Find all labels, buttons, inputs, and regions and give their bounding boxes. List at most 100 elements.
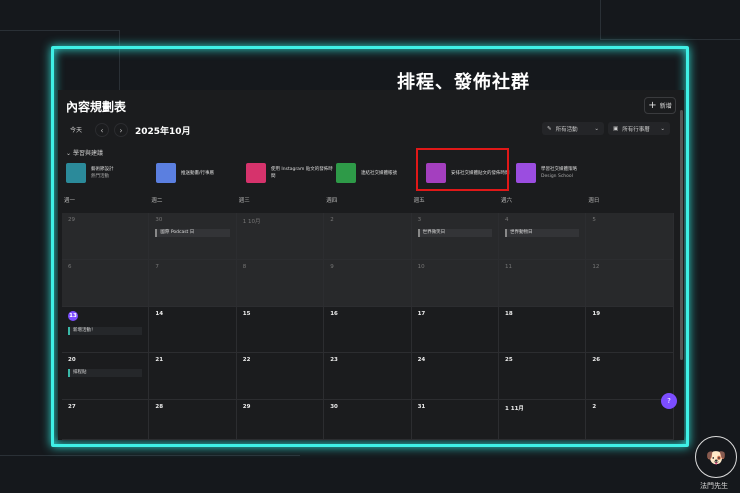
suggestion-card[interactable]: 使用 Instagram 貼文的發佈時間 bbox=[246, 163, 336, 183]
scrollbar[interactable] bbox=[680, 110, 683, 360]
suggestion-card[interactable]: 學習社交媒體策略 Design School bbox=[516, 163, 606, 183]
day-cell[interactable]: 15 bbox=[236, 307, 325, 353]
today-badge: 13 bbox=[68, 311, 78, 321]
weekday-header: 週五 bbox=[413, 198, 425, 204]
day-cell[interactable]: 2 bbox=[324, 213, 412, 260]
weekday-header: 週六 bbox=[501, 198, 513, 204]
suggestion-card[interactable]: 藝術節設計 熱門活動 bbox=[66, 163, 156, 183]
day-cell[interactable]: 30 bbox=[324, 400, 412, 440]
calendar-event[interactable]: 國際 Podcast 日 bbox=[155, 229, 230, 237]
chevron-down-icon: ⌄ bbox=[594, 125, 599, 132]
suggestion-thumbnail-icon bbox=[66, 163, 86, 183]
day-cell[interactable]: 19 bbox=[586, 307, 674, 353]
day-cell[interactable]: 21 bbox=[149, 353, 237, 400]
day-cell[interactable]: 4 世界動物日 bbox=[499, 213, 587, 260]
day-number: 30 bbox=[330, 404, 338, 410]
day-number: 26 bbox=[592, 357, 601, 363]
help-button[interactable]: ? bbox=[661, 393, 677, 409]
day-cell[interactable]: 22 bbox=[236, 353, 325, 400]
day-cell[interactable]: 14 bbox=[149, 307, 237, 353]
day-cell[interactable]: 16 bbox=[324, 307, 412, 353]
day-cell[interactable]: 18 bbox=[499, 307, 587, 353]
calendar-event[interactable]: 世界動物日 bbox=[505, 229, 580, 237]
day-cell[interactable]: 9 bbox=[324, 260, 412, 307]
day-cell[interactable]: 2 bbox=[586, 400, 674, 440]
day-number: 30 bbox=[155, 217, 163, 223]
day-number: 24 bbox=[417, 357, 426, 363]
day-cell[interactable]: 1 10月 bbox=[236, 213, 325, 260]
suggestion-card[interactable]: 連結社交媒體帳號 bbox=[336, 163, 426, 183]
day-cell[interactable]: 12 bbox=[586, 260, 674, 307]
suggestion-thumbnail-icon bbox=[156, 163, 176, 183]
suggestion-thumbnail-icon bbox=[336, 163, 356, 183]
calendar-filter[interactable]: ▣ 所有行事曆 ⌄ bbox=[608, 122, 670, 135]
calendar-event[interactable]: 新增活動！ bbox=[68, 327, 143, 335]
calendar-event[interactable]: 世界微笑日 bbox=[417, 229, 492, 237]
day-number: 6 bbox=[68, 264, 72, 270]
suggestion-thumbnail-icon bbox=[246, 163, 266, 183]
new-button[interactable]: + 新增 bbox=[644, 97, 676, 114]
day-cell[interactable]: 20 排程貼 bbox=[62, 353, 150, 400]
day-number: 8 bbox=[242, 264, 247, 270]
day-number: 16 bbox=[330, 311, 338, 317]
day-number: 31 bbox=[417, 404, 426, 410]
calendar-icon: ▣ bbox=[613, 125, 619, 132]
day-cell[interactable]: 1 11月 bbox=[499, 400, 587, 440]
day-cell[interactable]: 27 bbox=[62, 400, 150, 440]
day-cell[interactable]: 10 bbox=[411, 260, 499, 307]
weekday-header: 週四 bbox=[326, 198, 338, 204]
day-number: 14 bbox=[155, 311, 164, 317]
day-cell[interactable]: 13 新增活動！ bbox=[62, 307, 150, 353]
day-cell[interactable]: 6 bbox=[62, 260, 150, 307]
day-cell[interactable]: 26 bbox=[586, 353, 674, 400]
day-number: 27 bbox=[68, 404, 76, 410]
chevron-down-icon: ⌄ bbox=[660, 125, 665, 132]
day-cell[interactable]: 11 bbox=[499, 260, 587, 307]
day-number: 3 bbox=[417, 217, 422, 223]
day-cell[interactable]: 29 bbox=[62, 213, 150, 260]
day-cell[interactable]: 23 bbox=[324, 353, 412, 400]
day-cell[interactable]: 17 bbox=[411, 307, 499, 353]
day-cell[interactable]: 7 bbox=[149, 260, 237, 307]
day-number: 1 10月 bbox=[242, 219, 261, 225]
current-month: 2025年10月 bbox=[135, 127, 191, 137]
today-button[interactable]: 今天 bbox=[70, 125, 82, 134]
activity-filter[interactable]: ✎ 所有活動 ⌄ bbox=[542, 122, 604, 135]
day-cell[interactable]: 30 國際 Podcast 日 bbox=[149, 213, 237, 260]
day-number: 10 bbox=[417, 264, 425, 270]
weekday-header: 週日 bbox=[588, 198, 600, 204]
plus-icon: + bbox=[648, 100, 657, 111]
day-cell[interactable]: 3 世界微笑日 bbox=[411, 213, 499, 260]
day-number: 15 bbox=[242, 311, 251, 317]
learning-group-toggle[interactable]: ⌄ 學習與建議 bbox=[66, 148, 103, 157]
highlight-box bbox=[416, 148, 509, 191]
day-number: 2 bbox=[330, 217, 334, 223]
day-cell[interactable]: 28 bbox=[149, 400, 237, 440]
day-number: 29 bbox=[242, 404, 251, 410]
day-cell[interactable]: 8 bbox=[236, 260, 325, 307]
day-number: 17 bbox=[417, 311, 426, 317]
day-number: 9 bbox=[330, 264, 334, 270]
suggestion-card[interactable]: 推送動畫/行事曆 bbox=[156, 163, 246, 183]
day-cell[interactable]: 25 bbox=[499, 353, 587, 400]
day-number: 21 bbox=[155, 357, 164, 363]
day-number: 25 bbox=[505, 357, 513, 363]
day-number: 4 bbox=[505, 217, 509, 223]
calendar-event[interactable]: 排程貼 bbox=[68, 369, 143, 377]
day-number: 18 bbox=[505, 311, 513, 317]
day-number: 29 bbox=[68, 217, 75, 223]
day-cell[interactable]: 29 bbox=[236, 400, 325, 440]
next-month-button[interactable]: › bbox=[114, 123, 128, 137]
prev-month-button[interactable]: ‹ bbox=[95, 123, 109, 137]
day-number: 5 bbox=[592, 217, 596, 223]
weekday-header: 週二 bbox=[151, 198, 163, 204]
weekday-header: 週一 bbox=[64, 198, 76, 204]
day-number: 22 bbox=[242, 357, 251, 363]
day-number: 23 bbox=[330, 357, 338, 363]
day-cell[interactable]: 24 bbox=[411, 353, 499, 400]
day-cell[interactable]: 31 bbox=[411, 400, 499, 440]
day-cell[interactable]: 5 bbox=[586, 213, 674, 260]
day-number: 7 bbox=[155, 264, 159, 270]
content-planner: 內容規劃表 + 新增 今天 ‹ › 2025年10月 ✎ 所有活動 ⌄ ▣ 所有行事曆 ⌄… bbox=[58, 90, 684, 440]
suggestion-thumbnail-icon bbox=[516, 163, 536, 183]
